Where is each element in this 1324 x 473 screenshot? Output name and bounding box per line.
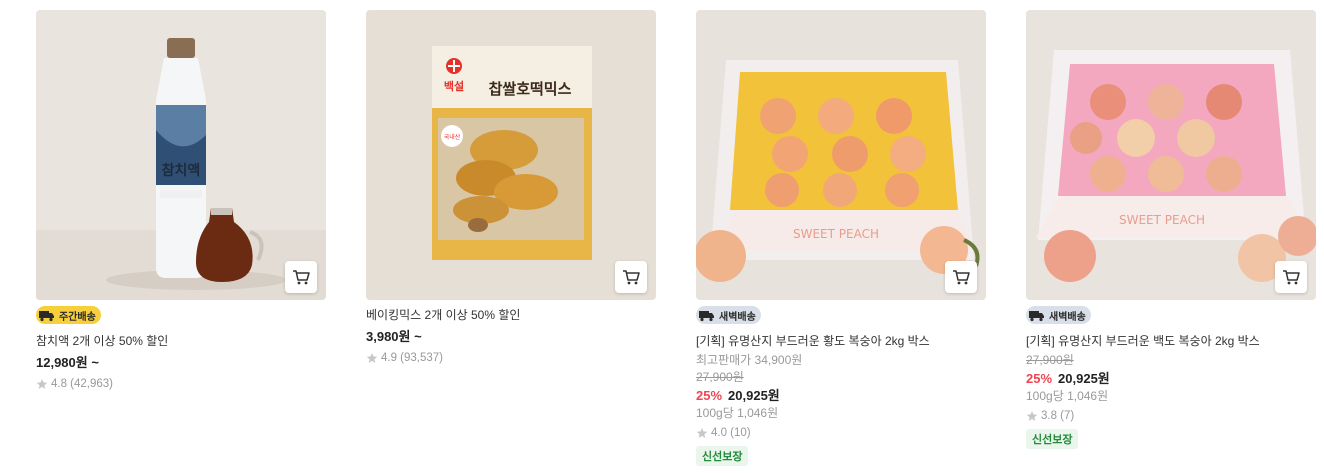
cart-icon (623, 270, 640, 285)
unit-price: 100g당 1,046원 (1026, 389, 1109, 403)
product-price: 12,980원 ~ (36, 355, 99, 370)
sale-price: 20,925원 (728, 388, 780, 403)
star-icon (36, 379, 48, 389)
product-rating: 4.9 (93,537) (366, 349, 656, 367)
original-price: 27,900원 (1026, 353, 1074, 367)
box-title: 찹쌀호떡믹스 (489, 80, 572, 98)
product-title[interactable]: [기획] 유명산지 부드러운 황도 복숭아 2kg 박스 (696, 332, 986, 350)
delivery-badge: 새벽배송 (696, 306, 761, 324)
discount-rate: 25% (696, 388, 723, 403)
add-to-cart-button[interactable] (615, 261, 647, 293)
yellow-peach-box-image: SWEET PEACH (696, 10, 986, 300)
white-peach-box-image: SWEET PEACH (1026, 10, 1316, 300)
product-grid: 참치액 주간배송 참치액 2개 이상 50% 할인 12,980원 ~ 4.8 … (0, 0, 1324, 473)
cart-icon (953, 270, 970, 285)
truck-icon (699, 311, 714, 322)
svg-text:SWEET PEACH: SWEET PEACH (1119, 213, 1205, 227)
svg-text:SWEET PEACH: SWEET PEACH (793, 227, 879, 241)
cart-icon (293, 270, 310, 285)
sale-price-row: 25% 20,925원 (1026, 369, 1316, 388)
product-card-white-peach[interactable]: SWEET PEACH 새벽배송 [기획] 유명산지 부드러운 백도 복숭아 2… (1026, 10, 1316, 449)
fresh-guarantee-badge: 신선보장 (696, 446, 749, 466)
discount-rate: 25% (1026, 371, 1053, 386)
product-card-baking-mix[interactable]: 백설 찹쌀호떡믹스 국내산 베이킹믹스 2개 이상 50% 할인 3,980원 … (366, 10, 656, 367)
badge-label: 새벽배송 (719, 311, 756, 323)
badge-label: 새벽배송 (1049, 311, 1086, 323)
original-price: 27,900원 (696, 370, 744, 384)
star-icon (366, 353, 378, 363)
star-icon (1026, 411, 1038, 421)
product-price: 3,980원 ~ (366, 329, 422, 344)
product-image[interactable]: SWEET PEACH (1026, 10, 1316, 300)
svg-text:참치액: 참치액 (162, 162, 201, 179)
svg-text:국내산: 국내산 (444, 133, 461, 141)
add-to-cart-button[interactable] (285, 261, 317, 293)
tuna-sauce-image: 참치액 (36, 10, 326, 300)
sale-price: 20,925원 (1058, 371, 1110, 386)
truck-icon (39, 311, 54, 322)
delivery-badge: 새벽배송 (1026, 306, 1091, 324)
product-image[interactable]: 참치액 (36, 10, 326, 300)
add-to-cart-button[interactable] (945, 261, 977, 293)
product-image[interactable]: 백설 찹쌀호떡믹스 국내산 (366, 10, 656, 300)
sale-price-row: 25% 20,925원 (696, 386, 986, 405)
reference-price: 최고판매가 34,900원 (696, 353, 803, 367)
rating-text: 3.8 (7) (1041, 410, 1075, 422)
baking-mix-image: 백설 찹쌀호떡믹스 국내산 (366, 10, 656, 300)
product-title[interactable]: 참치액 2개 이상 50% 할인 (36, 332, 326, 350)
rating-text: 4.8 (42,963) (51, 378, 114, 390)
add-to-cart-button[interactable] (1275, 261, 1307, 293)
fresh-guarantee-badge: 신선보장 (1026, 429, 1079, 449)
product-rating: 4.8 (42,963) (36, 375, 326, 393)
unit-price: 100g당 1,046원 (696, 406, 779, 420)
rating-text: 4.0 (10) (711, 427, 751, 439)
truck-icon (1029, 311, 1044, 322)
product-image[interactable]: SWEET PEACH (696, 10, 986, 300)
delivery-badge: 주간배송 (36, 306, 101, 324)
product-card-yellow-peach[interactable]: SWEET PEACH 새벽배송 [기획] 유명산지 부드러운 황도 복숭아 2… (696, 10, 986, 466)
badge-label: 주간배송 (59, 311, 96, 323)
star-icon (696, 428, 708, 438)
product-title[interactable]: [기획] 유명산지 부드러운 백도 복숭아 2kg 박스 (1026, 332, 1316, 350)
product-title[interactable]: 베이킹믹스 2개 이상 50% 할인 (366, 306, 656, 324)
box-brand: 백설 (444, 79, 464, 93)
cart-icon (1283, 270, 1300, 285)
product-rating: 4.0 (10) (696, 424, 986, 442)
rating-text: 4.9 (93,537) (381, 352, 444, 364)
product-rating: 3.8 (7) (1026, 407, 1316, 425)
product-card-tuna-sauce[interactable]: 참치액 주간배송 참치액 2개 이상 50% 할인 12,980원 ~ 4.8 … (36, 10, 326, 393)
